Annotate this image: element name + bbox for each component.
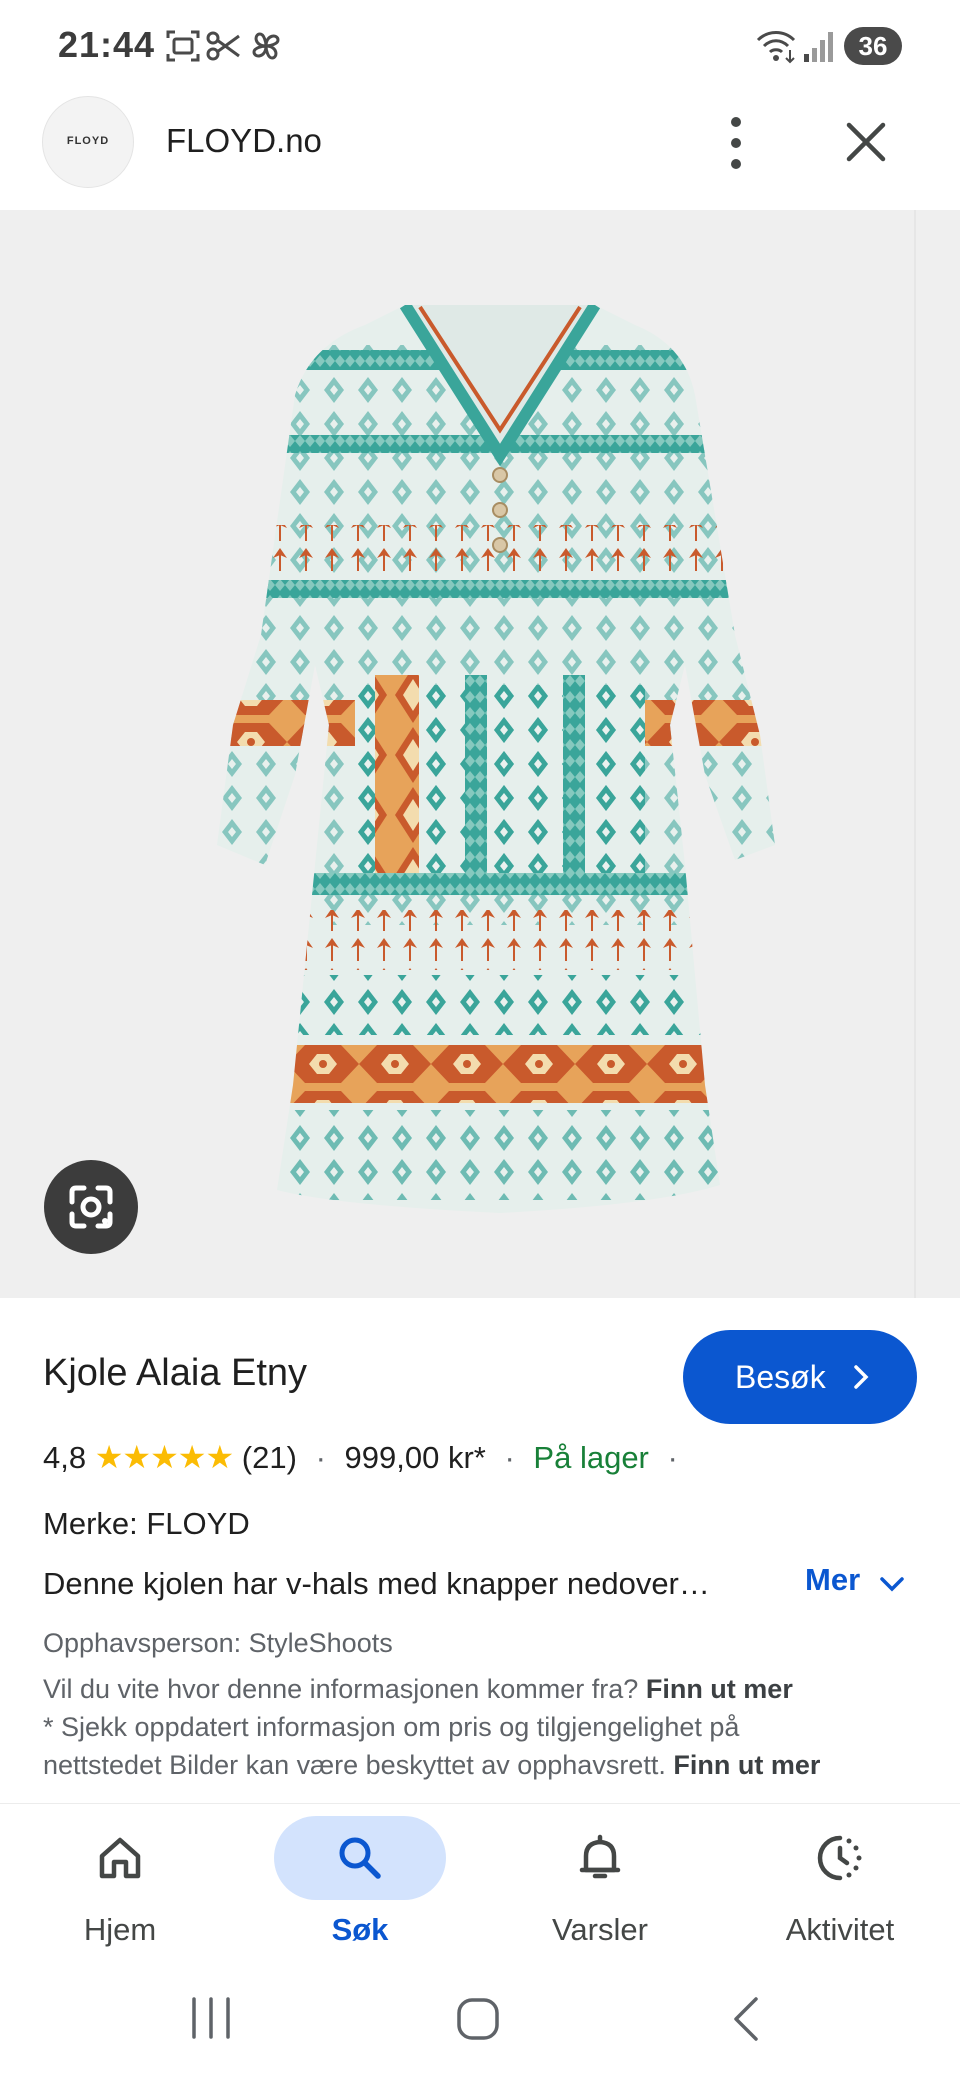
stock-status: På lager [533,1440,649,1475]
logo-text: FLOYD [66,135,110,147]
more-button[interactable]: Mer [805,1562,904,1598]
nav-activity[interactable]: Aktivitet [720,1804,960,1964]
bottom-navigation: Hjem Søk Varsler Aktivitet [0,1803,960,1963]
product-image[interactable] [0,210,960,1298]
chevron-down-icon [880,1577,904,1592]
visit-label: Besøk [735,1359,826,1395]
home-icon [99,1837,141,1879]
dress-image [217,305,775,1213]
price: 999,00 kr* [344,1440,486,1475]
more-options-icon[interactable] [714,110,758,176]
product-info: Kjole Alaia Etny Besøk 4,8 ★★★★★ (21) · … [0,1298,960,1803]
info-source-line: Vil du vite hvor denne informasjonen kom… [43,1674,793,1705]
product-brand: Merke: FLOYD [43,1506,250,1541]
nav-home-label: Hjem [83,1912,157,1947]
rating-value: 4,8 [43,1440,87,1475]
back-icon[interactable] [728,1995,764,2043]
search-icon [339,1837,381,1879]
bell-icon [579,1834,621,1879]
learn-more-link[interactable]: Finn ut mer [646,1674,793,1704]
battery-level: 36 [844,27,902,65]
site-logo[interactable]: FLOYD [42,96,134,188]
product-title: Kjole Alaia Etny [43,1352,308,1394]
screen-record-icon [166,30,200,62]
activity-icon [817,1835,862,1881]
signal-icon [804,32,833,62]
site-header: FLOYD FLOYD.no [0,92,960,210]
learn-more-link-2[interactable]: Finn ut mer [673,1750,820,1780]
image-divider [914,210,916,1298]
separator: · [315,1440,326,1475]
product-description: Denne kjolen har v-hals med knapper nedo… [43,1566,710,1601]
close-icon[interactable] [836,112,896,172]
visit-button[interactable]: Besøk [683,1330,917,1424]
disclaimer-line-1: * Sjekk oppdatert informasjon om pris og… [43,1712,740,1742]
recent-apps-icon[interactable] [188,1995,234,2041]
nav-notifications-label: Varsler [552,1912,648,1947]
rating-stars: ★★★★★ [94,1439,234,1475]
status-time: 21:44 [58,24,156,65]
nav-search-label: Søk [331,1912,389,1947]
wifi-icon [756,31,796,64]
info-question: Vil du vite hvor denne informasjonen kom… [43,1674,639,1704]
product-meta: 4,8 ★★★★★ (21) · 999,00 kr* · På lager · [43,1438,688,1476]
separator: · [504,1440,515,1475]
home-nav-icon[interactable] [454,1995,502,2043]
system-navigation-bar [0,1963,960,2080]
image-creator: Opphavsperson: StyleShoots [43,1628,393,1658]
nav-search[interactable]: Søk [240,1804,480,1964]
nav-notifications[interactable]: Varsler [480,1804,720,1964]
separator: · [667,1440,678,1475]
chevron-right-icon [854,1365,869,1389]
google-product-page: 21:44 36 FLOYD FLOYD.no Kjole Alaia Etny… [0,0,960,2080]
disclaimer-line-2: nettstedet Bilder kan være beskyttet av … [43,1750,820,1781]
nav-home[interactable]: Hjem [0,1804,240,1964]
google-lens-button[interactable] [44,1160,138,1254]
more-label: Mer [805,1562,861,1597]
review-count[interactable]: (21) [242,1440,297,1475]
lens-icon [69,1185,113,1229]
cut-icon [206,31,240,61]
pinwheel-icon [252,32,280,60]
disclaimer-text: nettstedet Bilder kan være beskyttet av … [43,1750,666,1780]
status-bar: 21:44 36 [0,0,960,92]
nav-activity-label: Aktivitet [785,1912,895,1947]
site-name[interactable]: FLOYD.no [166,122,322,160]
